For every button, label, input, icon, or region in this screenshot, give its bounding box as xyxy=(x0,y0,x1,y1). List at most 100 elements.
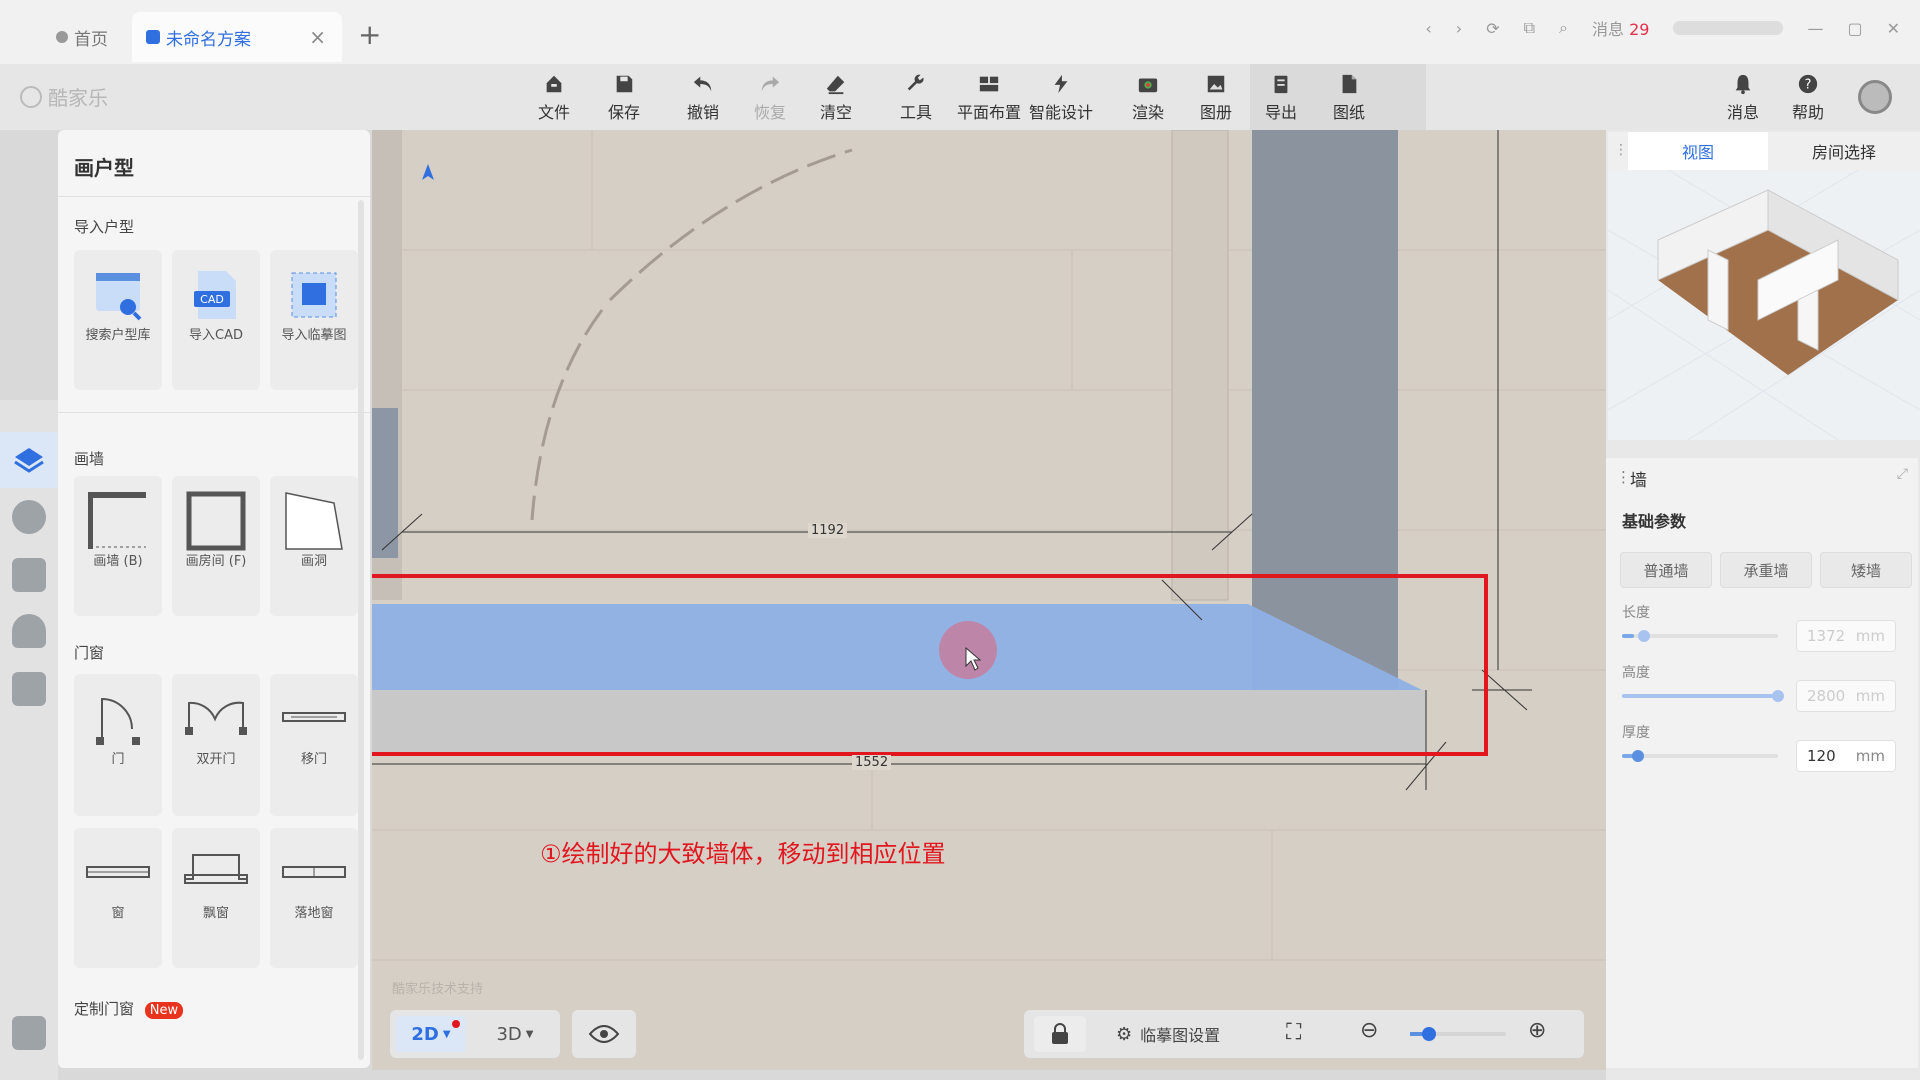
thickness-field[interactable]: 120 mm xyxy=(1796,740,1896,772)
logo-icon xyxy=(20,85,42,108)
view-2d-button[interactable]: 2D ▼ xyxy=(396,1016,466,1052)
visibility-button[interactable] xyxy=(572,1010,636,1058)
view-mode-switch: 2D ▼ 3D ▼ xyxy=(390,1010,560,1058)
bay-window-card[interactable]: 飘窗 xyxy=(172,828,260,968)
dimension-top-label: 1192 xyxy=(808,523,848,538)
toolbar-messages-label: 消息 xyxy=(1726,103,1759,122)
lightbulb-icon[interactable] xyxy=(12,500,46,534)
toolbar-clear-label: 清空 xyxy=(819,103,852,122)
tab-room-select[interactable]: 房间选择 xyxy=(1774,132,1914,170)
height-slider[interactable] xyxy=(1622,690,1784,702)
lock-button[interactable] xyxy=(1034,1016,1086,1052)
height-field[interactable]: 2800 mm xyxy=(1796,680,1896,712)
toolbar-undo-label: 撤销 xyxy=(686,103,719,122)
toolbar-undo[interactable]: 撤销 xyxy=(670,70,736,126)
double-door-card[interactable]: 双开门 xyxy=(172,674,260,816)
search-icon[interactable]: ⌕ xyxy=(1559,18,1568,38)
door-frame[interactable] xyxy=(1171,130,1229,601)
thickness-slider[interactable] xyxy=(1622,750,1778,762)
wall-type-bearing[interactable]: 承重墙 xyxy=(1720,552,1812,588)
refresh-icon[interactable]: ⟳ xyxy=(1486,19,1499,38)
bay-window-label: 飘窗 xyxy=(202,906,229,921)
draw-room-card[interactable]: 画房间 (F) xyxy=(172,476,260,616)
toolbar-redo[interactable]: 恢复 xyxy=(737,70,803,126)
toolbar-export[interactable]: 导出 xyxy=(1248,70,1314,126)
panel-scrollbar[interactable] xyxy=(358,200,364,1060)
window-close-icon[interactable]: ✕ xyxy=(1887,19,1900,38)
height-label: 高度 xyxy=(1622,665,1650,681)
zoom-in-icon[interactable]: ⊕ xyxy=(1528,1018,1546,1043)
user-icon[interactable] xyxy=(12,614,46,648)
copy-icon[interactable]: ⧉ xyxy=(1524,18,1535,38)
toolbar-drawings[interactable]: 图纸 xyxy=(1316,70,1382,126)
trace-settings-button[interactable]: ⚙ 临摹图设置 xyxy=(1104,1016,1254,1052)
redo-icon xyxy=(761,76,780,92)
search-floorplan-card[interactable]: 搜索户型库 xyxy=(74,250,162,390)
wall-type-normal[interactable]: 普通墙 xyxy=(1620,552,1712,588)
tab-plan[interactable]: 未命名方案 × xyxy=(132,12,342,62)
bay-window-icon xyxy=(183,844,249,902)
zoom-slider[interactable] xyxy=(1410,1027,1506,1041)
toolbar-save-label: 保存 xyxy=(607,103,640,122)
add-tab-button[interactable]: + xyxy=(358,18,381,51)
selected-wall[interactable] xyxy=(372,604,1422,690)
list-icon[interactable] xyxy=(12,1016,46,1050)
drag-handle-icon[interactable]: ⋮ xyxy=(1616,468,1631,486)
maximize-icon[interactable]: ▢ xyxy=(1847,19,1862,38)
messages-count: 29 xyxy=(1629,20,1650,39)
toolbar-tools[interactable]: 工具 xyxy=(883,70,949,126)
import-cad-card[interactable]: CAD 导入CAD xyxy=(172,250,260,390)
avatar[interactable] xyxy=(1858,80,1892,114)
sliding-door-card[interactable]: 移门 xyxy=(270,674,358,816)
rail-item-floorplan[interactable] xyxy=(0,432,58,488)
toolbar-clear[interactable]: 清空 xyxy=(803,70,869,126)
toolbar-album[interactable]: 图册 xyxy=(1183,70,1249,126)
draw-hole-card[interactable]: 画洞 xyxy=(270,476,358,616)
window-card[interactable]: 窗 xyxy=(74,828,162,968)
wall-type-low[interactable]: 矮墙 xyxy=(1820,552,1912,588)
expand-icon[interactable]: ⤢ xyxy=(1897,466,1908,482)
cabinet-icon[interactable] xyxy=(12,672,46,706)
toolbar-file[interactable]: 文件 xyxy=(521,70,587,126)
new-badge: New xyxy=(144,1002,184,1019)
adjacent-room-wall[interactable] xyxy=(1252,130,1398,690)
length-slider[interactable] xyxy=(1622,630,1778,642)
toolbar-redo-label: 恢复 xyxy=(753,103,786,122)
tab-view[interactable]: 视图 xyxy=(1628,132,1768,170)
save-icon xyxy=(616,75,633,93)
toolbar-save[interactable]: 保存 xyxy=(591,70,657,126)
minimize-icon[interactable]: — xyxy=(1807,19,1823,38)
canvas-controls: ⚙ 临摹图设置 ⛶ ⊖ ⊕ xyxy=(1024,1010,1584,1058)
back-icon[interactable]: ‹ xyxy=(1425,19,1431,38)
layout-icon xyxy=(979,76,999,92)
trace-image-icon xyxy=(288,266,340,324)
zoom-out-icon[interactable]: ⊖ xyxy=(1360,1018,1378,1043)
toolbar-smart-design[interactable]: 智能设计 xyxy=(1022,70,1100,126)
view-3d-button[interactable]: 3D ▼ xyxy=(480,1016,550,1052)
import-trace-card[interactable]: 导入临摹图 xyxy=(270,250,358,390)
draw-wall-card[interactable]: 画墙 (B) xyxy=(74,476,162,616)
door-card[interactable]: 门 xyxy=(74,674,162,816)
design-canvas[interactable]: 1192 1552 酷家乐技术支持 xyxy=(372,130,1606,1070)
tab-home[interactable]: 首页 xyxy=(56,12,136,62)
drag-handle-icon[interactable]: ⋮ xyxy=(1614,142,1628,158)
toolbar-messages[interactable]: 消息 xyxy=(1710,70,1776,126)
3d-preview[interactable] xyxy=(1607,169,1920,441)
bottom-wall[interactable] xyxy=(372,690,1426,752)
forward-icon[interactable]: › xyxy=(1456,19,1462,38)
toolbar-help[interactable]: ? 帮助 xyxy=(1775,70,1841,126)
draw-floorplan-panel: 画户型 导入户型 搜索户型库 CAD 导入CAD 导入临摹图 画墙 画墙 (B)… xyxy=(58,130,370,1068)
toolbar-layout[interactable]: 平面布置 xyxy=(950,70,1028,126)
messages-link[interactable]: 消息 29 xyxy=(1592,16,1649,40)
view-3d-label: 3D xyxy=(496,1023,522,1045)
document-icon xyxy=(1342,74,1357,94)
help-icon: ? xyxy=(1798,74,1818,94)
sofa-icon[interactable] xyxy=(12,558,46,592)
bell-icon xyxy=(1735,74,1751,95)
messages-label: 消息 xyxy=(1592,20,1625,39)
length-field[interactable]: 1372 mm xyxy=(1796,620,1896,652)
fit-view-icon[interactable]: ⛶ xyxy=(1286,1020,1301,1045)
close-icon[interactable]: × xyxy=(309,25,326,49)
floor-window-card[interactable]: 落地窗 xyxy=(270,828,358,968)
toolbar-render[interactable]: 渲染 xyxy=(1115,70,1181,126)
